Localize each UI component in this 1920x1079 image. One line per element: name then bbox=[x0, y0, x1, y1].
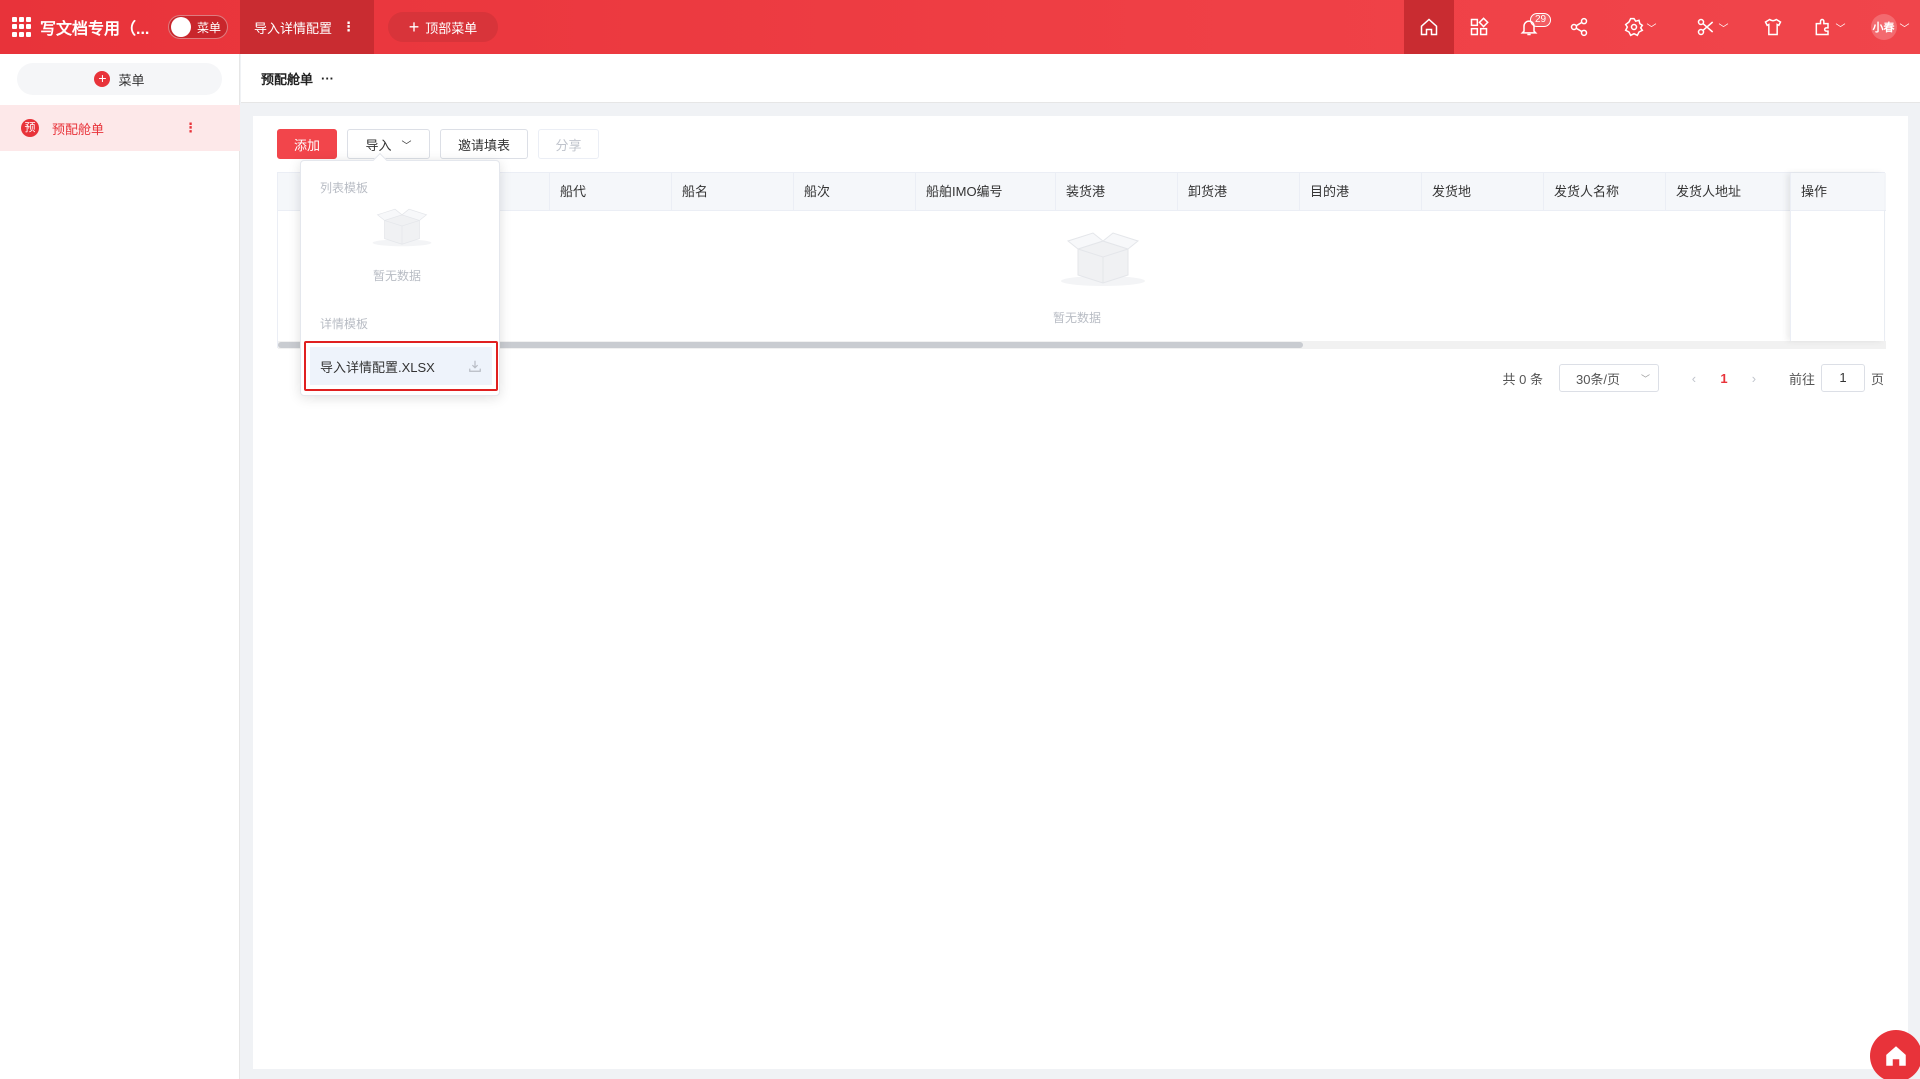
chevron-down-icon: ﹀ bbox=[1899, 23, 1910, 35]
column-header[interactable]: 船舶IMO编号 bbox=[916, 173, 1056, 211]
bell-icon[interactable]: 29 bbox=[1504, 0, 1554, 54]
plus-circle-icon: + bbox=[94, 71, 111, 87]
empty-box-icon bbox=[1061, 232, 1145, 286]
toggle-knob bbox=[171, 17, 191, 37]
column-header[interactable]: 发货地 bbox=[1422, 173, 1544, 211]
page-title: 预配舱单 bbox=[261, 71, 314, 87]
fixed-action-column: 操作 bbox=[1790, 173, 1884, 341]
group-detail-template: 详情模板 bbox=[320, 317, 369, 331]
dropdown-empty-text: 暂无数据 bbox=[373, 269, 422, 283]
plugin-icon[interactable]: ﹀ bbox=[1798, 0, 1860, 54]
top-bar: 写文档专用（... 菜单 导入详情配置 ⋮ + 顶部菜单 29 ﹀ ﹀ ﹀ 小春… bbox=[0, 0, 1920, 54]
column-header[interactable]: 目的港 bbox=[1300, 173, 1422, 211]
column-header[interactable]: 船名 bbox=[672, 173, 794, 211]
more-vertical-icon[interactable]: ⋮ bbox=[184, 120, 197, 136]
goto-label: 前往 bbox=[1788, 371, 1815, 387]
horizontal-scrollbar[interactable] bbox=[278, 341, 1886, 349]
notification-badge: 29 bbox=[1530, 13, 1552, 27]
share-button[interactable]: 分享 bbox=[538, 129, 599, 159]
pre-manifest-icon: 预 bbox=[21, 119, 39, 137]
shirt-icon[interactable] bbox=[1748, 0, 1798, 54]
sidebar-item-pre-manifest[interactable]: 预 预配舱单 ⋮ bbox=[0, 105, 240, 151]
share-icon[interactable] bbox=[1554, 0, 1604, 54]
toolbar: 添加 导入 ﹀ 邀请填表 分享 bbox=[277, 129, 609, 159]
next-page-icon[interactable]: › bbox=[1739, 371, 1769, 386]
add-top-menu-button[interactable]: + 顶部菜单 bbox=[388, 12, 498, 42]
more-vertical-icon[interactable]: ⋮ bbox=[342, 19, 355, 35]
settings-icon[interactable]: ﹀ bbox=[1604, 0, 1676, 54]
more-horizontal-icon[interactable]: ··· bbox=[321, 71, 334, 86]
house-icon bbox=[1886, 1046, 1906, 1066]
floating-home-button[interactable] bbox=[1870, 1030, 1920, 1079]
import-detail-config-item[interactable]: 导入详情配置.XLSX bbox=[304, 341, 498, 391]
total-count: 共 0 条 bbox=[1502, 371, 1543, 387]
chevron-down-icon: ﹀ bbox=[401, 140, 412, 152]
tab-import-detail-config[interactable]: 导入详情配置 ⋮ bbox=[240, 0, 374, 54]
page-suffix: 页 bbox=[1870, 371, 1884, 387]
scissors-icon[interactable]: ﹀ bbox=[1676, 0, 1748, 54]
group-list-template: 列表模板 bbox=[320, 181, 369, 195]
tab-label: 导入详情配置 bbox=[254, 20, 333, 36]
sidebar-item-label: 预配舱单 bbox=[52, 121, 105, 137]
import-button[interactable]: 导入 ﹀ bbox=[347, 129, 430, 159]
sidebar-menu-label: 菜单 bbox=[118, 72, 145, 88]
empty-box-icon bbox=[372, 208, 432, 247]
column-header[interactable]: 卸货港 bbox=[1178, 173, 1300, 211]
data-table: 船代 船名 船次 船舶IMO编号 装货港 卸货港 目的港 发货地 发货人名称 发… bbox=[277, 172, 1886, 349]
chevron-down-icon: ﹀ bbox=[1646, 23, 1657, 35]
sidebar-add-menu-button[interactable]: + 菜单 bbox=[17, 63, 222, 95]
main-card: 添加 导入 ﹀ 邀请填表 分享 船代 船名 船次 船舶IMO编号 装货港 卸货港… bbox=[253, 116, 1908, 1069]
import-label: 导入 bbox=[365, 137, 392, 153]
page-number[interactable]: 1 bbox=[1709, 371, 1739, 386]
toggle-label: 菜单 bbox=[197, 20, 222, 35]
column-header[interactable]: 船代 bbox=[550, 173, 672, 211]
plus-icon: + bbox=[408, 17, 420, 37]
download-icon[interactable] bbox=[468, 359, 482, 373]
page-size-select[interactable]: 30条/页 ﹀ bbox=[1558, 364, 1659, 392]
column-header[interactable]: 发货人名称 bbox=[1544, 173, 1666, 211]
app-title[interactable]: 写文档专用（... bbox=[40, 15, 149, 39]
breadcrumb: 预配舱单 ··· bbox=[241, 54, 1920, 103]
table-empty-state: 暂无数据 bbox=[278, 211, 1886, 341]
invite-fill-button[interactable]: 邀请填表 bbox=[440, 129, 528, 159]
app-switcher[interactable]: 写文档专用（... bbox=[12, 0, 149, 54]
column-header[interactable]: 船次 bbox=[794, 173, 916, 211]
home-icon[interactable] bbox=[1404, 0, 1454, 54]
apps-icon[interactable] bbox=[1454, 0, 1504, 54]
add-button[interactable]: 添加 bbox=[277, 129, 337, 159]
empty-text: 暂无数据 bbox=[1053, 311, 1102, 325]
page-size-value: 30条/页 bbox=[1575, 371, 1621, 387]
pagination: 共 0 条 30条/页 ﹀ ‹ 1 › 前往 1 页 bbox=[1502, 364, 1884, 392]
add-top-menu-label: 顶部菜单 bbox=[425, 20, 478, 36]
column-header[interactable]: 装货港 bbox=[1056, 173, 1178, 211]
chevron-down-icon: ﹀ bbox=[1835, 23, 1846, 35]
user-menu[interactable]: 小春 ﹀ bbox=[1860, 0, 1920, 54]
avatar[interactable]: 小春 bbox=[1870, 14, 1897, 40]
table-header: 船代 船名 船次 船舶IMO编号 装货港 卸货港 目的港 发货地 发货人名称 发… bbox=[278, 173, 1886, 211]
chevron-down-icon: ﹀ bbox=[1718, 23, 1729, 35]
sidebar: + 菜单 预 预配舱单 ⋮ bbox=[0, 54, 240, 1079]
action-column-header: 操作 bbox=[1791, 173, 1884, 211]
dropdown-item[interactable]: 导入详情配置.XLSX bbox=[310, 347, 492, 385]
prev-page-icon[interactable]: ‹ bbox=[1679, 371, 1709, 386]
top-icons: 29 ﹀ ﹀ ﹀ 小春 ﹀ bbox=[1404, 0, 1920, 54]
column-header[interactable]: 发货人地址 bbox=[1666, 173, 1792, 211]
dropdown-item-label: 导入详情配置.XLSX bbox=[320, 359, 435, 375]
chevron-down-icon: ﹀ bbox=[1640, 373, 1650, 384]
menu-toggle[interactable]: 菜单 bbox=[168, 15, 228, 39]
goto-page-input[interactable]: 1 bbox=[1820, 364, 1865, 392]
apps-grid-icon[interactable] bbox=[12, 17, 32, 37]
import-dropdown-menu: 列表模板 暂无数据 详情模板 导入详情配置.XLSX bbox=[300, 152, 500, 396]
